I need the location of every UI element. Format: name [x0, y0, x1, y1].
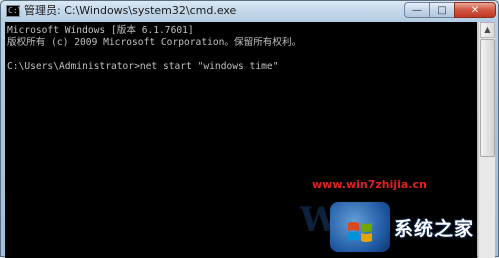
console-line: 版权所有 (c) 2009 Microsoft Corporation。保留所有… — [7, 37, 302, 48]
minimize-button[interactable]: — — [404, 2, 430, 18]
watermark-logo: 系统之家 — [330, 196, 495, 254]
watermark-site-name: 系统之家 — [394, 218, 475, 240]
close-button[interactable]: ✕ — [454, 2, 496, 18]
scroll-up-arrow-icon[interactable]: ▲ — [480, 22, 495, 38]
scrollbar-thumb[interactable] — [480, 39, 495, 157]
console-prompt-line: C:\Users\Administrator>net start "window… — [7, 61, 279, 72]
console-line: Microsoft Windows [版本 6.1.7601] — [7, 25, 194, 36]
watermark-logo-badge — [330, 202, 390, 252]
cmd-icon-glyph: C:\ — [8, 6, 23, 15]
windows-flag-icon — [348, 222, 372, 242]
window-title: 管理员: C:\Windows\system32\cmd.exe — [24, 4, 237, 17]
title-bar[interactable]: C:\ 管理员: C:\Windows\system32\cmd.exe — □… — [1, 1, 498, 22]
maximize-button[interactable]: □ — [429, 2, 455, 18]
window-controls: — □ ✕ — [404, 2, 496, 19]
cmd-app-icon[interactable]: C:\ — [6, 5, 23, 17]
watermark-url: www.win7zhijia.cn — [312, 178, 427, 191]
